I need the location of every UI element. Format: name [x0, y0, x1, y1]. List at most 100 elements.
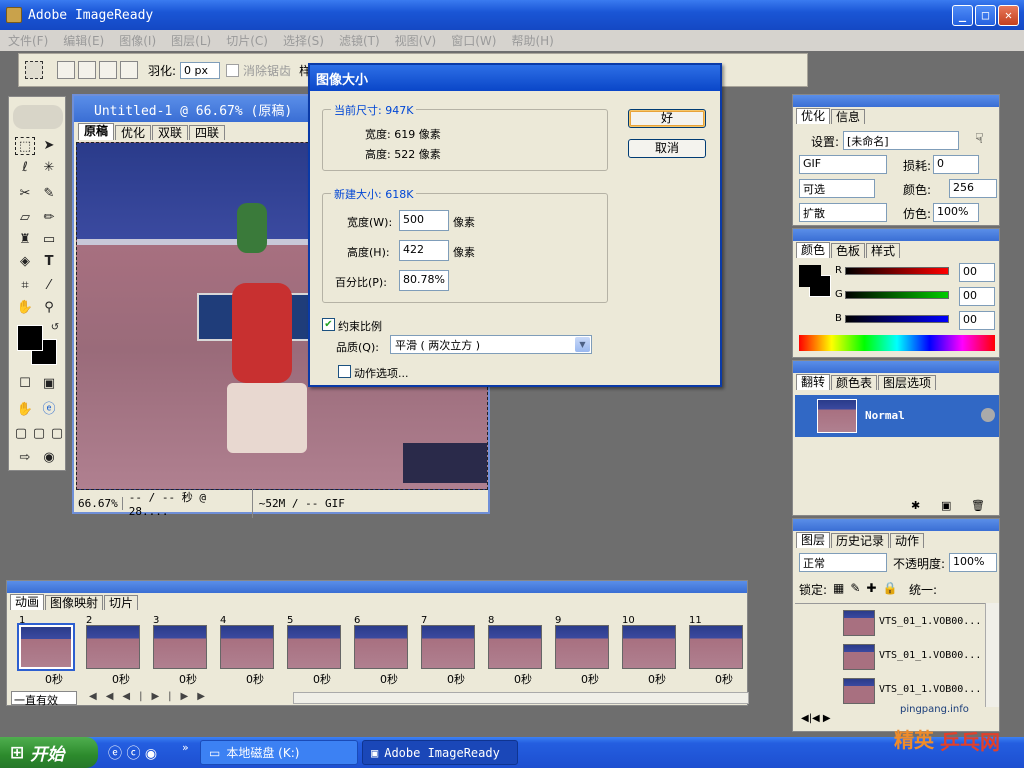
marquee-preset-icon[interactable] — [25, 61, 43, 79]
animation-frame[interactable]: 8 0秒 — [484, 615, 544, 686]
menu-layer[interactable]: 图层(L) — [171, 32, 211, 49]
animation-frame[interactable]: 3 0秒 — [149, 615, 209, 686]
toggle-image-map-icon[interactable]: ▣ — [39, 375, 59, 393]
animation-frame[interactable]: 10 0秒 — [618, 615, 678, 686]
layer-row[interactable]: VTS_01_1.VOB00... — [795, 642, 985, 674]
crop-tool-icon[interactable]: ⌗ — [15, 277, 35, 295]
quick-launch-icons[interactable]: ⓔ ⓒ ◉ — [108, 743, 157, 763]
zoom-level[interactable]: 66.67% — [78, 496, 123, 510]
tab-2up[interactable]: 双联 — [152, 125, 189, 140]
quality-select[interactable]: 平滑 ( 两次立方 ) ▼ — [390, 335, 592, 354]
lock-icons[interactable]: ▦✎✚🔒 — [833, 581, 903, 595]
layer-row[interactable]: VTS_01_1.VOB00... — [795, 608, 985, 640]
playback-controls[interactable]: ◀◀◀|▶|▶▶ — [89, 691, 214, 702]
tab-actions[interactable]: 动作 — [890, 533, 925, 548]
frames-scrollbar[interactable] — [293, 692, 749, 704]
animation-frame[interactable]: 6 0秒 — [350, 615, 410, 686]
format-select[interactable]: GIF — [799, 155, 887, 174]
duplicate-state-icon[interactable]: ▣ — [941, 499, 951, 512]
jump-icon[interactable]: ◉ — [39, 449, 59, 467]
menu-select[interactable]: 选择(S) — [283, 32, 324, 49]
preview-browser-icon[interactable]: ⓔ — [39, 401, 59, 419]
animation-frame[interactable]: 5 0秒 — [283, 615, 343, 686]
menu-filter[interactable]: 滤镜(T) — [339, 32, 380, 49]
antialias-checkbox[interactable] — [226, 63, 240, 77]
tab-original[interactable]: 原稿 — [78, 123, 115, 140]
tab-optimize[interactable]: 优化 — [796, 108, 831, 124]
marquee-tool-icon[interactable]: ⬚ — [15, 137, 35, 155]
ok-button[interactable]: 好 — [628, 109, 706, 128]
menu-window[interactable]: 窗口(W) — [451, 32, 496, 49]
menu-image[interactable]: 图像(I) — [119, 32, 156, 49]
tab-layers[interactable]: 图层 — [796, 532, 831, 548]
swap-colors-icon[interactable]: ↺ — [45, 319, 65, 337]
feather-input[interactable]: 0 px — [180, 61, 221, 79]
toggle-slices-icon[interactable]: ☐ — [15, 375, 35, 393]
palette-select[interactable]: 可选 — [799, 179, 875, 198]
frame-delay[interactable]: 0秒 — [179, 671, 197, 687]
move-tool-icon[interactable]: ➤ — [39, 137, 59, 155]
percent-input[interactable]: 80.78% — [399, 270, 449, 291]
hand-tool-icon[interactable]: ✋ — [15, 299, 35, 317]
bucket-tool-icon[interactable]: ◈ — [15, 253, 35, 271]
optimize-menu-icon[interactable]: ☟ — [975, 131, 984, 147]
frame-delay[interactable]: 0秒 — [581, 671, 599, 687]
tab-info[interactable]: 信息 — [831, 109, 866, 124]
full-screen-icon[interactable]: ▢ — [47, 425, 67, 443]
dither-select[interactable]: 扩散 — [799, 203, 887, 222]
frame-delay[interactable]: 0秒 — [648, 671, 666, 687]
task-local-disk[interactable]: ▭ 本地磁盘 (K:) — [200, 740, 358, 765]
animation-frame[interactable]: 7 0秒 — [417, 615, 477, 686]
quick-launch-more-icon[interactable]: » — [182, 741, 189, 754]
blend-mode-select[interactable]: 正常 — [799, 553, 887, 572]
minimize-button[interactable]: _ — [952, 5, 973, 26]
jump-to-photoshop-icon[interactable]: ⇨ — [15, 449, 35, 467]
color-ramp[interactable] — [799, 335, 995, 351]
file-size[interactable]: ~52M / -- GIF — [259, 497, 345, 510]
tab-4up[interactable]: 四联 — [189, 125, 226, 140]
magic-wand-icon[interactable]: ✳ — [39, 159, 59, 177]
tab-history[interactable]: 历史记录 — [831, 533, 890, 548]
width-input[interactable]: 500 — [399, 210, 449, 231]
frame-delay[interactable]: 0秒 — [45, 671, 63, 687]
start-button[interactable]: ⊞ 开始 — [0, 737, 98, 768]
frame-delay[interactable]: 0秒 — [447, 671, 465, 687]
pencil-icon[interactable]: ✏ — [39, 209, 59, 227]
menu-edit[interactable]: 编辑(E) — [63, 32, 104, 49]
lossy-input[interactable]: 0 — [933, 155, 979, 174]
g-input[interactable]: 00 — [959, 287, 995, 306]
lasso-tool-icon[interactable]: ℓ — [15, 159, 35, 177]
frame-delay[interactable]: 0秒 — [112, 671, 130, 687]
frame-delay[interactable]: 0秒 — [715, 671, 733, 687]
menu-view[interactable]: 视图(V) — [395, 32, 437, 49]
type-tool-icon[interactable]: T — [39, 253, 59, 271]
loop-select[interactable]: 一直有效 — [11, 691, 77, 707]
menu-help[interactable]: 帮助(H) — [511, 32, 553, 49]
foreground-color-swatch[interactable] — [17, 325, 43, 351]
menu-slice[interactable]: 切片(C) — [226, 32, 268, 49]
frame-delay[interactable]: 0秒 — [514, 671, 532, 687]
delete-state-icon[interactable]: 🗑 — [971, 499, 985, 512]
new-selection-icon[interactable] — [57, 61, 75, 79]
brush-tool-icon[interactable]: ✎ — [39, 185, 59, 203]
height-input[interactable]: 422 — [399, 240, 449, 261]
add-selection-icon[interactable] — [78, 61, 96, 79]
animation-frame[interactable]: 11 0秒 — [685, 615, 745, 686]
tab-rollover[interactable]: 翻转 — [796, 374, 831, 390]
animation-frame[interactable]: 1 0秒 — [15, 615, 75, 686]
close-button[interactable]: ✕ — [998, 5, 1019, 26]
eraser-icon[interactable]: ▱ — [15, 209, 35, 227]
constrain-checkbox[interactable]: ✔ — [322, 318, 335, 331]
layers-scrollbar[interactable] — [985, 603, 999, 707]
full-screen-menu-icon[interactable]: ▢ — [29, 425, 49, 443]
download-time[interactable]: -- / -- 秒 @ 28.... — [129, 488, 253, 518]
tab-optimized[interactable]: 优化 — [115, 125, 152, 140]
r-slider[interactable] — [845, 267, 949, 275]
animation-frame[interactable]: 9 0秒 — [551, 615, 611, 686]
b-slider[interactable] — [845, 315, 949, 323]
rollover-preview-icon[interactable]: ✋ — [15, 401, 35, 419]
settings-select[interactable]: [未命名] — [843, 131, 959, 150]
tab-swatches[interactable]: 色板 — [831, 243, 866, 258]
r-input[interactable]: 00 — [959, 263, 995, 282]
animation-frame[interactable]: 4 0秒 — [216, 615, 276, 686]
